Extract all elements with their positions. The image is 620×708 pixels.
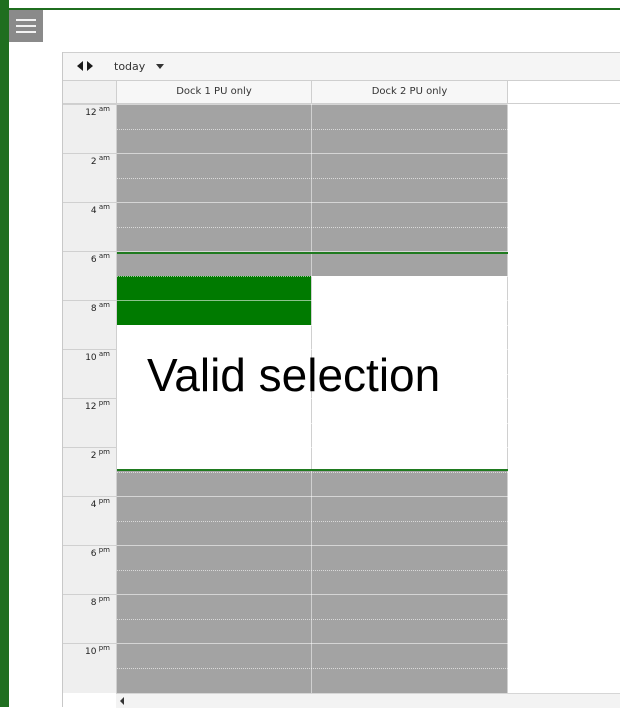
header-corner xyxy=(63,81,117,103)
time-axis-divider xyxy=(63,251,117,252)
caret-down-icon[interactable] xyxy=(156,64,164,69)
grid-line xyxy=(117,153,508,154)
availability-end-line xyxy=(117,469,508,471)
triangle-right-icon[interactable] xyxy=(87,61,93,71)
frame-border-top xyxy=(9,8,620,10)
time-label-suffix: am xyxy=(96,105,110,113)
time-label: 6 am xyxy=(91,252,110,265)
grid-line xyxy=(117,643,508,644)
time-label-suffix: am xyxy=(96,350,110,358)
hamburger-menu-icon[interactable] xyxy=(9,10,43,42)
grid-line xyxy=(117,619,508,620)
menu-bar xyxy=(16,25,36,27)
grid-line xyxy=(117,447,508,448)
time-label: 10 pm xyxy=(85,644,110,657)
time-label-suffix: pm xyxy=(96,595,110,603)
time-label-suffix: am xyxy=(96,203,110,211)
grid-line xyxy=(117,472,508,473)
availability-start-line xyxy=(117,252,508,254)
time-label: 6 pm xyxy=(91,546,110,559)
time-label: 12 am xyxy=(85,105,110,118)
grid-line xyxy=(117,325,508,326)
grid-line xyxy=(117,300,508,301)
time-axis-divider xyxy=(63,300,117,301)
resource-header-dock-2: Dock 2 PU only xyxy=(312,81,508,103)
triangle-left-icon[interactable] xyxy=(77,61,83,71)
frame-border-left xyxy=(0,0,9,707)
grid-line xyxy=(117,423,508,424)
time-axis-divider xyxy=(63,545,117,546)
time-label: 10 am xyxy=(85,350,110,363)
time-axis: 12 am 2 am 4 am 6 am 8 am 10 am 12 pm 2 pm 4 pm 6… xyxy=(63,104,117,693)
time-axis-divider xyxy=(63,496,117,497)
grid-line xyxy=(117,545,508,546)
grid-line xyxy=(117,178,508,179)
time-label: 8 pm xyxy=(91,595,110,608)
time-axis-divider xyxy=(63,643,117,644)
time-label-hour: 10 xyxy=(85,647,97,657)
horizontal-scrollbar[interactable] xyxy=(116,693,620,708)
unavailable-block xyxy=(117,252,311,276)
time-label-suffix: pm xyxy=(96,399,110,407)
time-label-suffix: pm xyxy=(96,546,110,554)
time-label-suffix: pm xyxy=(96,644,110,652)
unavailable-block xyxy=(312,470,507,693)
time-label-hour: 12 xyxy=(85,402,97,412)
grid-line xyxy=(117,496,508,497)
grid-line xyxy=(117,227,508,228)
grid-line xyxy=(117,202,508,203)
resource-header-row: Dock 1 PU only Dock 2 PU only xyxy=(63,81,620,104)
time-axis-divider xyxy=(63,349,117,350)
time-label: 12 pm xyxy=(85,399,110,412)
time-axis-divider xyxy=(63,104,117,105)
menu-bar xyxy=(16,31,36,33)
grid-line xyxy=(117,129,508,130)
grid-line xyxy=(117,668,508,669)
time-label-suffix: am xyxy=(96,301,110,309)
time-axis-divider xyxy=(63,202,117,203)
time-label: 2 am xyxy=(91,154,110,167)
unavailable-block xyxy=(117,470,311,693)
time-label: 8 am xyxy=(91,301,110,314)
grid-line xyxy=(117,521,508,522)
time-label-suffix: pm xyxy=(96,497,110,505)
resource-header-dock-1: Dock 1 PU only xyxy=(117,81,312,103)
grid-line xyxy=(117,570,508,571)
menu-bar xyxy=(16,19,36,21)
time-axis-divider xyxy=(63,447,117,448)
time-label-suffix: pm xyxy=(96,448,110,456)
time-label: 2 pm xyxy=(91,448,110,461)
today-button[interactable]: today xyxy=(114,60,145,73)
time-axis-divider xyxy=(63,398,117,399)
grid-line xyxy=(117,594,508,595)
grid-line xyxy=(117,276,508,277)
time-label-hour: 10 xyxy=(85,353,97,363)
time-axis-divider xyxy=(63,153,117,154)
time-axis-divider xyxy=(63,594,117,595)
time-label-suffix: am xyxy=(96,252,110,260)
time-label: 4 am xyxy=(91,203,110,216)
time-label-hour: 12 xyxy=(85,108,97,118)
time-label: 4 pm xyxy=(91,497,110,510)
scheduler-toolbar: today xyxy=(63,52,620,81)
time-label-suffix: am xyxy=(96,154,110,162)
scroll-left-icon[interactable] xyxy=(120,697,124,705)
selection-message: Valid selection xyxy=(147,349,441,401)
grid-line xyxy=(117,104,508,105)
